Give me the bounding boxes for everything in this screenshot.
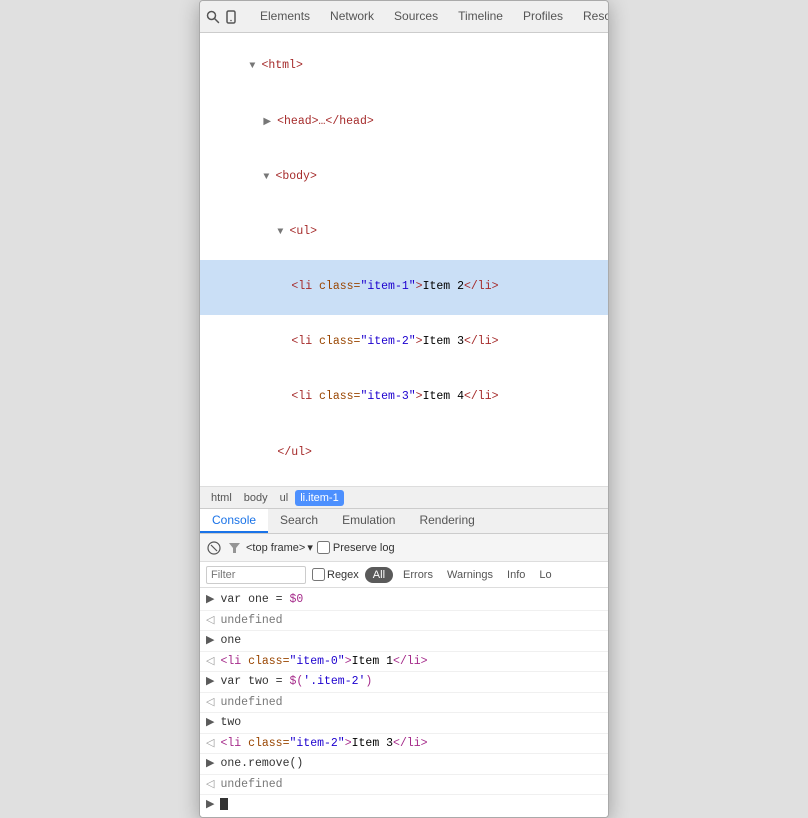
- tab-sources[interactable]: Sources: [384, 1, 448, 33]
- arrow-out-6: ◁: [206, 694, 214, 712]
- search-icon[interactable]: [206, 5, 220, 29]
- preserve-log: Preserve log: [317, 541, 395, 554]
- arrow-out-2: ◁: [206, 612, 214, 630]
- el-body[interactable]: ▼ <body>: [200, 149, 608, 204]
- console-line-4: ◁ <li class="item-0">Item 1</li>: [200, 652, 608, 673]
- console-text-4: <li class="item-0">Item 1</li>: [220, 653, 427, 670]
- console-prompt-line: ▶: [200, 795, 608, 815]
- breadcrumb-li[interactable]: li.item-1: [295, 490, 344, 506]
- console-text-6: undefined: [220, 694, 282, 711]
- filter-warnings-label[interactable]: Warnings: [443, 569, 497, 581]
- filter-errors-label[interactable]: Errors: [399, 569, 437, 581]
- tab-profiles[interactable]: Profiles: [513, 1, 573, 33]
- console-text-1: var one = $0: [220, 591, 303, 608]
- tab-elements[interactable]: Elements: [250, 1, 320, 33]
- console-line-5: ▶ var two = $('.item-2'): [200, 672, 608, 693]
- console-text-8: <li class="item-2">Item 3</li>: [220, 735, 427, 752]
- el-head[interactable]: ▶ <head>…</head>: [200, 94, 608, 149]
- arrow-in-5: ▶: [206, 673, 214, 691]
- el-li-item1[interactable]: <li class="item-1">Item 2</li>: [200, 260, 608, 315]
- console-filter-bar: Regex All Errors Warnings Info Lo: [200, 562, 608, 588]
- regex-filter: Regex: [312, 568, 359, 581]
- prompt-arrow: ▶: [206, 796, 214, 814]
- console-text-2: undefined: [220, 612, 282, 629]
- triangle-html: ▼: [249, 61, 261, 72]
- preserve-log-checkbox[interactable]: [317, 541, 330, 554]
- tab-emulation[interactable]: Emulation: [330, 509, 407, 533]
- tab-timeline[interactable]: Timeline: [448, 1, 513, 33]
- console-output: ▶ var one = $0 ◁ undefined ▶ one ◁ <li c…: [200, 588, 608, 817]
- filter-log-label[interactable]: Lo: [535, 569, 555, 581]
- devtools-window: Elements Network Sources Timeline Profil…: [199, 0, 609, 818]
- el-li-item3[interactable]: <li class="item-3">Item 4</li>: [200, 370, 608, 425]
- clear-console-icon[interactable]: [206, 540, 222, 556]
- breadcrumb-ul[interactable]: ul: [275, 490, 294, 506]
- arrow-out-8: ◁: [206, 735, 214, 753]
- arrow-out-4: ◁: [206, 653, 214, 671]
- filter-all-button[interactable]: All: [365, 567, 393, 583]
- console-line-8: ◁ <li class="item-2">Item 3</li>: [200, 734, 608, 755]
- console-line-7: ▶ two: [200, 713, 608, 734]
- triangle-head: ▶: [263, 117, 277, 128]
- frame-dropdown-icon: ▾: [307, 541, 313, 554]
- preserve-log-label: Preserve log: [333, 542, 395, 554]
- triangle-body: ▼: [263, 172, 275, 183]
- tab-network[interactable]: Network: [320, 1, 384, 33]
- el-li-item2[interactable]: <li class="item-2">Item 3</li>: [200, 315, 608, 370]
- arrow-out-10: ◁: [206, 776, 214, 794]
- top-toolbar: Elements Network Sources Timeline Profil…: [200, 1, 608, 33]
- regex-label: Regex: [327, 569, 359, 581]
- console-line-9: ▶ one.remove(): [200, 754, 608, 775]
- console-text-9: one.remove(): [220, 755, 303, 772]
- console-line-2: ◁ undefined: [200, 611, 608, 632]
- el-ul[interactable]: ▼ <ul>: [200, 205, 608, 260]
- console-line-6: ◁ undefined: [200, 693, 608, 714]
- tab-rendering[interactable]: Rendering: [407, 509, 486, 533]
- bottom-tabs: Console Search Emulation Rendering: [200, 509, 608, 534]
- breadcrumb: html body ul li.item-1: [200, 487, 608, 509]
- filter-console-icon[interactable]: [226, 540, 242, 556]
- arrow-in-1: ▶: [206, 591, 214, 609]
- frame-label: <top frame>: [246, 542, 305, 554]
- elements-panel: ▼ <html> ▶ <head>…</head> ▼ <body> ▼ <ul…: [200, 33, 608, 487]
- el-ul-close[interactable]: </ul>: [200, 425, 608, 480]
- console-toolbar: <top frame> ▾ Preserve log: [200, 534, 608, 562]
- prompt-cursor: [220, 798, 228, 810]
- arrow-in-7: ▶: [206, 714, 214, 732]
- tab-search[interactable]: Search: [268, 509, 330, 533]
- triangle-ul: ▼: [277, 227, 289, 238]
- el-html[interactable]: ▼ <html>: [200, 39, 608, 94]
- regex-checkbox[interactable]: [312, 568, 325, 581]
- console-filter-input[interactable]: [206, 566, 306, 584]
- arrow-in-9: ▶: [206, 755, 214, 773]
- tab-resources[interactable]: Resou...: [573, 1, 609, 33]
- breadcrumb-html[interactable]: html: [206, 490, 237, 506]
- console-text-3: one: [220, 632, 241, 649]
- arrow-in-3: ▶: [206, 632, 214, 650]
- console-line-10: ◁ undefined: [200, 775, 608, 796]
- frame-selector[interactable]: <top frame> ▾: [246, 541, 313, 554]
- filter-info-label[interactable]: Info: [503, 569, 529, 581]
- tab-console[interactable]: Console: [200, 509, 268, 533]
- breadcrumb-body[interactable]: body: [239, 490, 273, 506]
- console-line-3: ▶ one: [200, 631, 608, 652]
- console-text-10: undefined: [220, 776, 282, 793]
- console-line-1: ▶ var one = $0: [200, 590, 608, 611]
- device-icon[interactable]: [224, 5, 238, 29]
- console-text-7: two: [220, 714, 241, 731]
- console-text-5: var two = $('.item-2'): [220, 673, 372, 690]
